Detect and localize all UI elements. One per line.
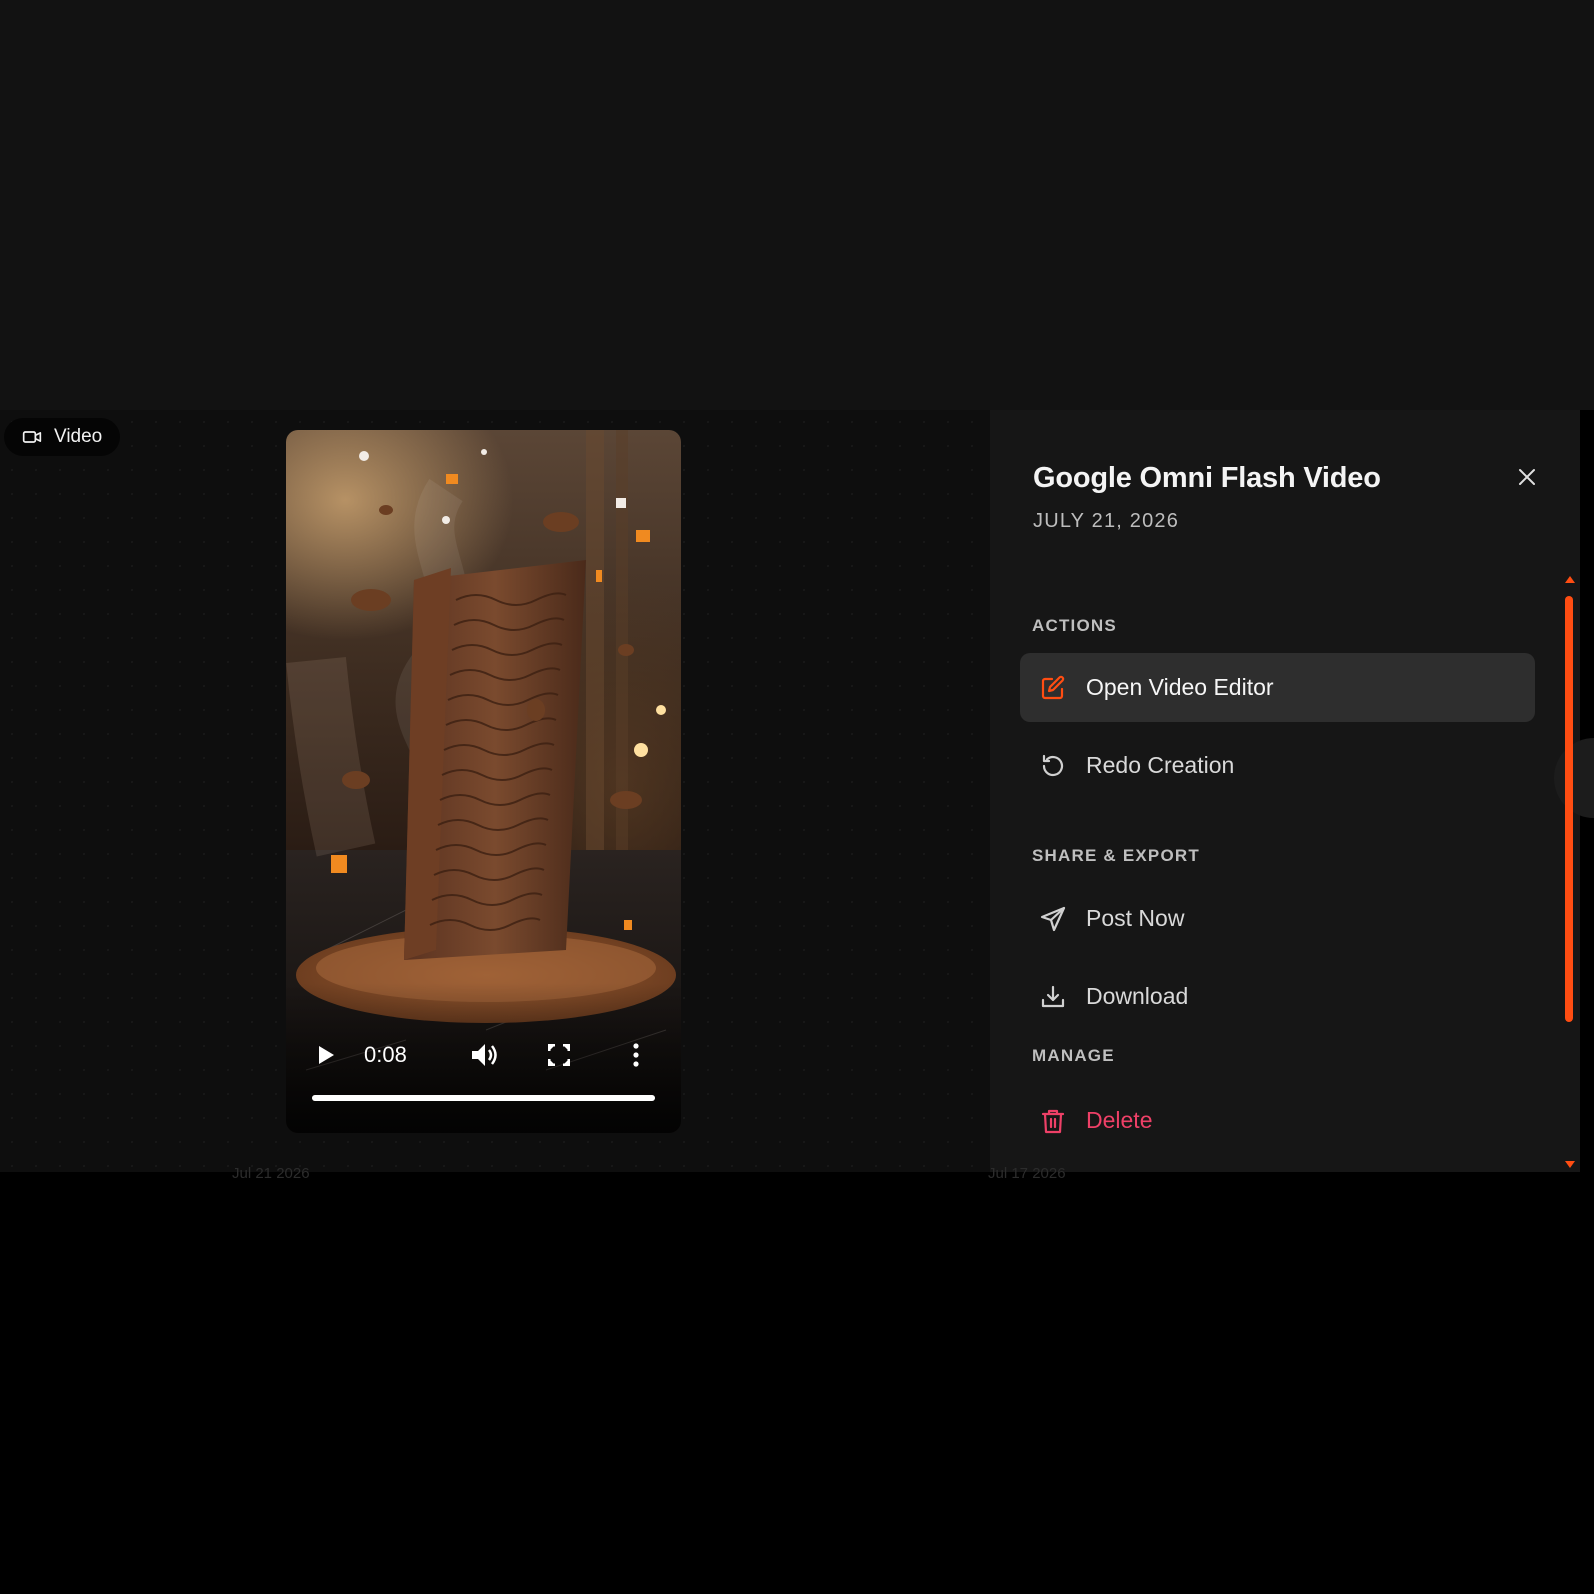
media-viewer-modal: Video 0:08 Google Omni Flash Video JULY …	[0, 410, 1580, 1172]
background-date-left: Jul 21 2026	[232, 1165, 310, 1182]
video-time: 0:08	[364, 1042, 407, 1067]
scrollbar-thumb[interactable]	[1565, 596, 1573, 1022]
media-type-label: Video	[54, 426, 103, 447]
edit-icon	[1041, 675, 1065, 699]
post-now-button[interactable]: Post Now	[1020, 884, 1535, 953]
redo-creation-button[interactable]: Redo Creation	[1020, 731, 1535, 800]
volume-icon	[472, 1044, 497, 1066]
media-type-badge: Video	[4, 418, 121, 456]
trash-icon	[1041, 1109, 1065, 1133]
open-video-editor-label: Open Video Editor	[1086, 674, 1274, 700]
delete-label: Delete	[1086, 1107, 1153, 1133]
panel-scrollbar[interactable]	[1562, 574, 1576, 1170]
fullscreen-icon	[548, 1044, 570, 1066]
section-label-manage: MANAGE	[1032, 1046, 1115, 1065]
panel-title: Google Omni Flash Video	[1033, 462, 1381, 494]
close-button[interactable]	[1512, 462, 1542, 492]
more-vertical-icon	[633, 1043, 639, 1067]
close-icon	[1519, 469, 1535, 485]
redo-creation-label: Redo Creation	[1086, 752, 1235, 778]
section-label-share-export: SHARE & EXPORT	[1032, 846, 1200, 865]
section-label-actions: ACTIONS	[1032, 616, 1117, 635]
background-card-row: Jul 21 2026 Jul 17 2026	[0, 1165, 1594, 1185]
video-controls: 0:08	[286, 1035, 681, 1075]
redo-icon	[1042, 754, 1064, 776]
panel-date: JULY 21, 2026	[1033, 510, 1180, 532]
play-icon	[319, 1046, 334, 1064]
background-date-right: Jul 17 2026	[988, 1165, 1066, 1182]
backdrop-bottom	[0, 1172, 1594, 1594]
video-progress-fill	[312, 1095, 655, 1101]
volume-button[interactable]	[466, 1035, 502, 1075]
fullscreen-button[interactable]	[544, 1035, 574, 1075]
download-icon	[1041, 985, 1065, 1007]
open-video-editor-button[interactable]: Open Video Editor	[1020, 653, 1535, 722]
delete-button[interactable]: Delete	[1020, 1086, 1535, 1155]
backdrop-top	[0, 0, 1594, 410]
video-camera-icon	[22, 431, 42, 443]
send-icon	[1040, 906, 1066, 931]
play-button[interactable]	[310, 1035, 342, 1075]
video-progress-bar[interactable]	[312, 1095, 655, 1101]
scroll-up-arrow-icon[interactable]	[1565, 576, 1575, 583]
download-label: Download	[1086, 983, 1189, 1009]
post-now-label: Post Now	[1086, 905, 1185, 931]
more-options-button[interactable]	[626, 1035, 646, 1075]
download-button[interactable]: Download	[1020, 962, 1535, 1031]
details-panel: Google Omni Flash Video JULY 21, 2026 AC…	[990, 410, 1580, 1172]
video-player[interactable]: 0:08	[286, 430, 681, 1133]
